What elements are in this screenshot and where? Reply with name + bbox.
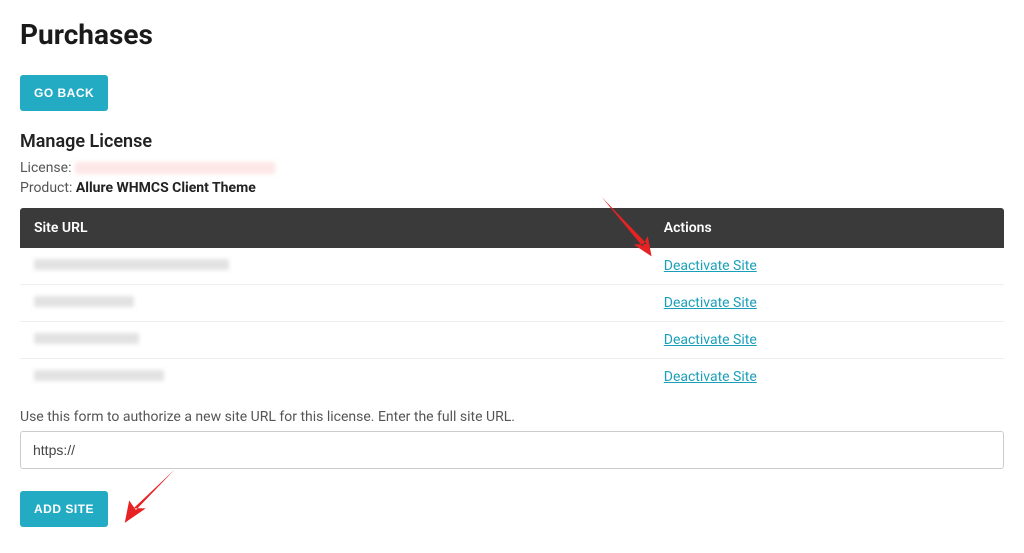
deactivate-site-link[interactable]: Deactivate Site	[664, 295, 757, 311]
site-url-redacted	[34, 370, 164, 381]
col-site-url: Site URL	[20, 208, 650, 248]
page-title: Purchases	[20, 18, 1004, 51]
product-name: Allure WHMCS Client Theme	[76, 180, 256, 196]
go-back-button[interactable]: Go Back	[20, 75, 108, 111]
table-row: Deactivate Site	[20, 248, 1004, 285]
license-label: License:	[20, 160, 71, 176]
product-line: Product: Allure WHMCS Client Theme	[20, 180, 1004, 196]
site-url-redacted	[34, 259, 229, 270]
site-url-input[interactable]	[20, 431, 1004, 469]
license-value-redacted	[75, 162, 275, 174]
deactivate-site-link[interactable]: Deactivate Site	[664, 332, 757, 348]
site-url-cell	[20, 248, 650, 285]
product-label: Product:	[20, 180, 72, 196]
actions-cell: Deactivate Site	[650, 359, 1004, 396]
actions-cell: Deactivate Site	[650, 248, 1004, 285]
actions-cell: Deactivate Site	[650, 322, 1004, 359]
table-row: Deactivate Site	[20, 322, 1004, 359]
license-sites-table: Site URL Actions Deactivate Site Deactiva…	[20, 208, 1004, 395]
actions-cell: Deactivate Site	[650, 285, 1004, 322]
table-row: Deactivate Site	[20, 285, 1004, 322]
deactivate-site-link[interactable]: Deactivate Site	[664, 369, 757, 385]
site-url-cell	[20, 359, 650, 396]
site-url-redacted	[34, 296, 134, 307]
site-url-redacted	[34, 333, 139, 344]
site-url-cell	[20, 322, 650, 359]
table-row: Deactivate Site	[20, 359, 1004, 396]
license-line: License:	[20, 160, 1004, 176]
add-site-button[interactable]: Add Site	[20, 491, 108, 527]
form-help-text: Use this form to authorize a new site UR…	[20, 409, 1004, 425]
site-url-cell	[20, 285, 650, 322]
col-actions: Actions	[650, 208, 1004, 248]
manage-license-heading: Manage License	[20, 131, 1004, 152]
deactivate-site-link[interactable]: Deactivate Site	[664, 258, 757, 274]
arrow-annotation-2	[115, 465, 185, 530]
